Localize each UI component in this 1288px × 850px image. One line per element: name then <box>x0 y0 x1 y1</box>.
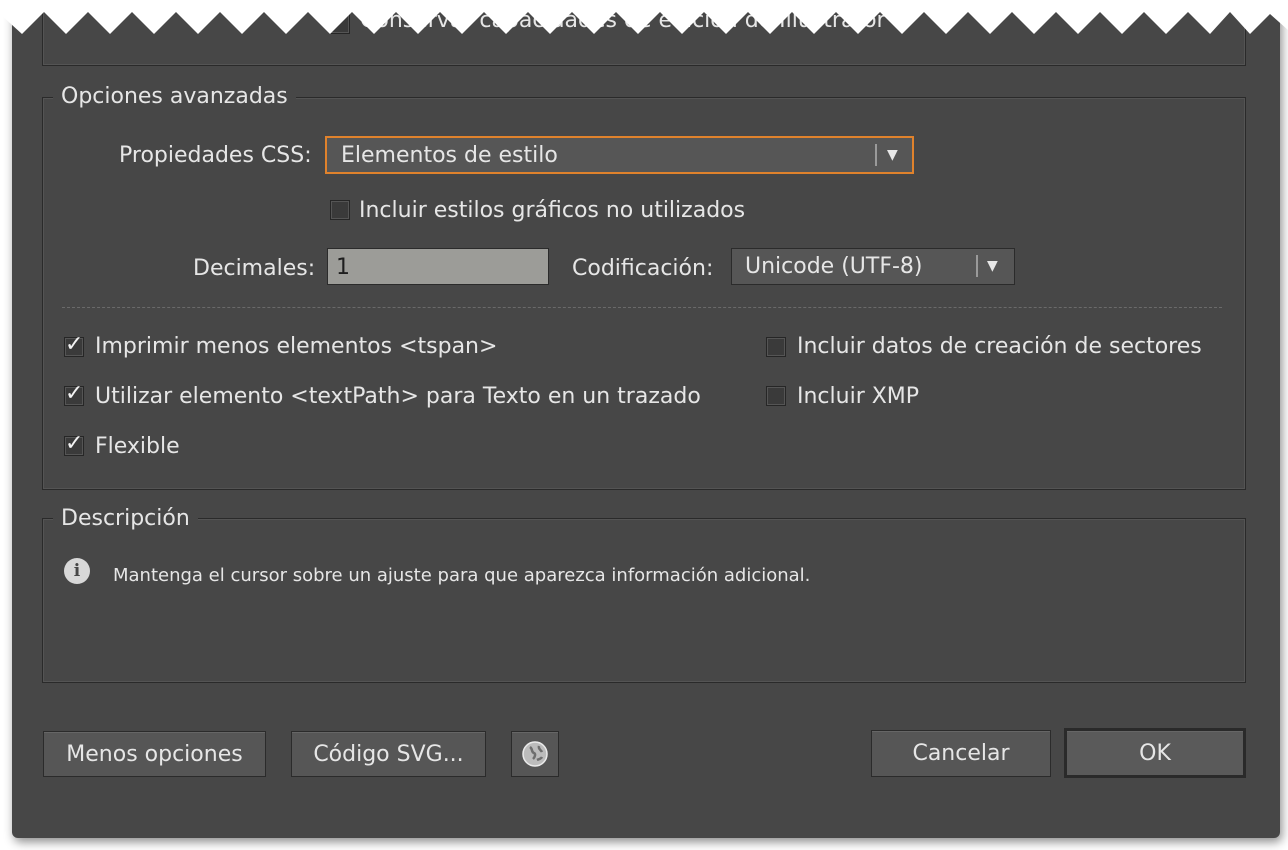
checkmark-icon: ✓ <box>65 381 84 406</box>
globe-icon <box>522 741 548 767</box>
cancel-button[interactable]: Cancelar <box>871 730 1051 777</box>
fewer-tspan-checkbox[interactable]: ✓ <box>64 332 84 357</box>
responsive-label: Flexible <box>95 434 180 459</box>
decimals-label: Decimales: <box>193 256 316 281</box>
css-properties-select[interactable]: Elementos de estilo ▼ <box>325 136 914 174</box>
checkmark-icon: ✓ <box>65 332 84 357</box>
ok-label: OK <box>1139 740 1171 766</box>
slicing-data-label: Incluir datos de creación de sectores <box>797 334 1202 359</box>
responsive-checkbox[interactable]: ✓ <box>64 431 84 456</box>
description-text: Mantenga el cursor sobre un ajuste para … <box>113 565 811 586</box>
chevron-down-icon: ▼ <box>887 147 898 163</box>
less-options-button[interactable]: Menos opciones <box>43 731 266 777</box>
checkmark-icon: ✓ <box>65 431 84 456</box>
ok-button[interactable]: OK <box>1064 728 1246 778</box>
less-options-label: Menos opciones <box>66 741 243 767</box>
xmp-checkbox[interactable] <box>766 386 786 406</box>
section-divider <box>62 307 1222 308</box>
description-group <box>42 518 1246 683</box>
xmp-label: Incluir XMP <box>797 384 920 409</box>
css-properties-label: Propiedades CSS: <box>119 143 312 168</box>
description-legend: Descripción <box>53 506 198 531</box>
cancel-label: Cancelar <box>912 741 1010 766</box>
fewer-tspan-label: Imprimir menos elementos <tspan> <box>95 334 498 359</box>
web-preview-button[interactable] <box>511 731 559 777</box>
textpath-label: Utilizar elemento <textPath> para Texto … <box>95 384 701 409</box>
encoding-value: Unicode (UTF-8) <box>745 254 923 279</box>
include-unused-styles-label: Incluir estilos gráficos no utilizados <box>359 198 746 223</box>
decimals-value: 1 <box>336 255 350 280</box>
torn-edge <box>0 0 1288 34</box>
slicing-data-checkbox[interactable] <box>766 337 786 357</box>
css-properties-value: Elementos de estilo <box>341 143 558 168</box>
decimals-input[interactable]: 1 <box>327 248 549 285</box>
svg-code-button[interactable]: Código SVG... <box>291 731 486 777</box>
svg-code-label: Código SVG... <box>313 741 464 767</box>
textpath-checkbox[interactable]: ✓ <box>64 381 84 406</box>
include-unused-styles-checkbox[interactable] <box>330 200 350 220</box>
info-icon: i <box>64 558 90 584</box>
advanced-options-legend: Opciones avanzadas <box>53 84 296 109</box>
encoding-select[interactable]: Unicode (UTF-8) ▼ <box>731 248 1015 285</box>
encoding-label: Codificación: <box>572 256 714 281</box>
chevron-down-icon: ▼ <box>987 258 998 274</box>
